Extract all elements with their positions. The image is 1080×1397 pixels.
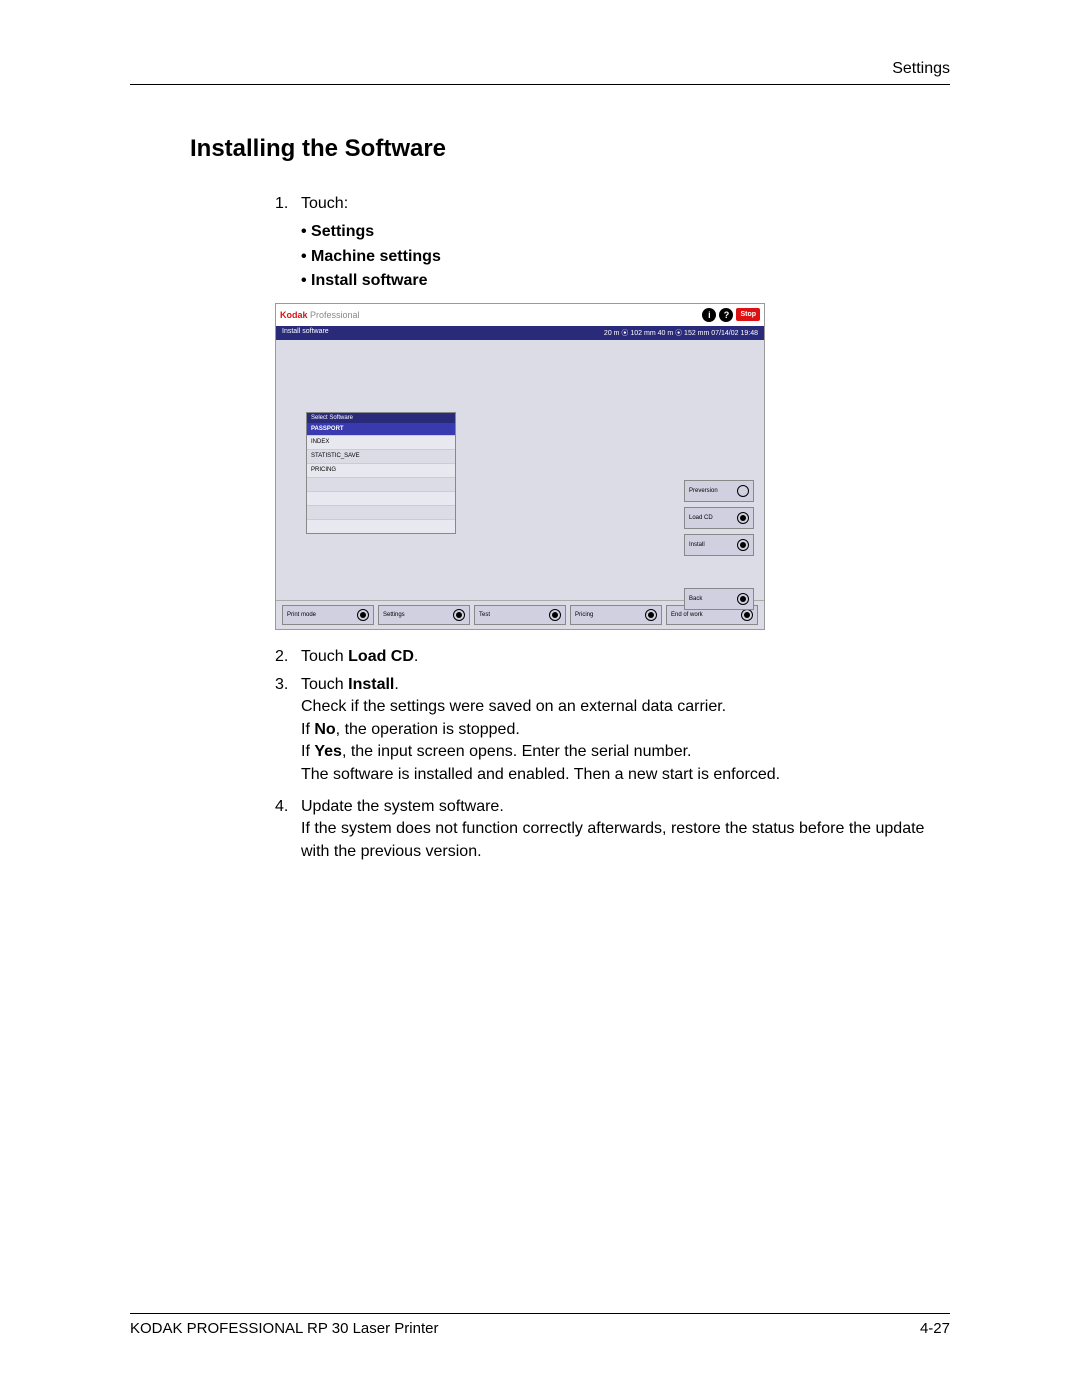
shot-titlebar: Kodak Professional i ? Stop [276, 304, 764, 326]
step-2-text: Touch Load CD. [301, 646, 950, 668]
step-1-text: Touch: [301, 193, 950, 215]
back-button[interactable]: Back [684, 588, 754, 610]
load-cd-button[interactable]: Load CD [684, 507, 754, 529]
software-list-header: Select Software [307, 413, 455, 423]
software-list: Select Software PASSPORT INDEX STATISTIC… [306, 412, 456, 534]
shot-statusbar: Install software 20 m ⦿ 102 mm 40 m ⦿ 15… [276, 326, 764, 340]
step-1-number: 1. [275, 193, 301, 215]
step-3-number: 3. [275, 674, 301, 786]
software-item[interactable]: PRICING [307, 463, 455, 477]
status-right: 20 m ⦿ 102 mm 40 m ⦿ 152 mm 07/14/02 19:… [604, 328, 758, 338]
software-item-empty [307, 505, 455, 519]
brand-logo: Kodak Professional [280, 310, 360, 320]
step-2-number: 2. [275, 646, 301, 668]
radio-icon [645, 609, 657, 621]
software-item-empty [307, 477, 455, 491]
bullet-install-software: Install software [301, 270, 950, 292]
step-4-text: Update the system software. If the syste… [301, 796, 950, 863]
help-icon[interactable]: ? [719, 308, 733, 322]
install-button[interactable]: Install [684, 534, 754, 556]
status-left: Install software [282, 328, 329, 338]
test-button[interactable]: Test [474, 605, 566, 625]
bullet-settings: Settings [301, 221, 950, 243]
settings-button[interactable]: Settings [378, 605, 470, 625]
software-item[interactable]: INDEX [307, 435, 455, 449]
preversion-button[interactable]: Preversion [684, 480, 754, 502]
software-item-empty [307, 491, 455, 505]
info-icon[interactable]: i [702, 308, 716, 322]
step-3-text: Touch Install. Check if the settings wer… [301, 674, 950, 786]
radio-icon [737, 593, 749, 605]
footer-left: KODAK PROFESSIONAL RP 30 Laser Printer [130, 1320, 438, 1337]
software-item-empty [307, 519, 455, 533]
radio-icon [737, 512, 749, 524]
bullet-machine-settings: Machine settings [301, 246, 950, 268]
radio-icon [737, 539, 749, 551]
pricing-button[interactable]: Pricing [570, 605, 662, 625]
radio-icon [549, 609, 561, 621]
section-title: Installing the Software [190, 135, 950, 163]
radio-icon [453, 609, 465, 621]
page-header-right: Settings [130, 60, 950, 85]
embedded-screenshot: Kodak Professional i ? Stop Install soft… [275, 303, 765, 630]
footer-right: 4-27 [920, 1320, 950, 1337]
software-item-selected[interactable]: PASSPORT [307, 423, 455, 435]
stop-button[interactable]: Stop [736, 308, 760, 321]
step-4-number: 4. [275, 796, 301, 863]
print-mode-button[interactable]: Print mode [282, 605, 374, 625]
radio-icon [737, 485, 749, 497]
software-item[interactable]: STATISTIC_SAVE [307, 449, 455, 463]
radio-icon [741, 609, 753, 621]
radio-icon [357, 609, 369, 621]
